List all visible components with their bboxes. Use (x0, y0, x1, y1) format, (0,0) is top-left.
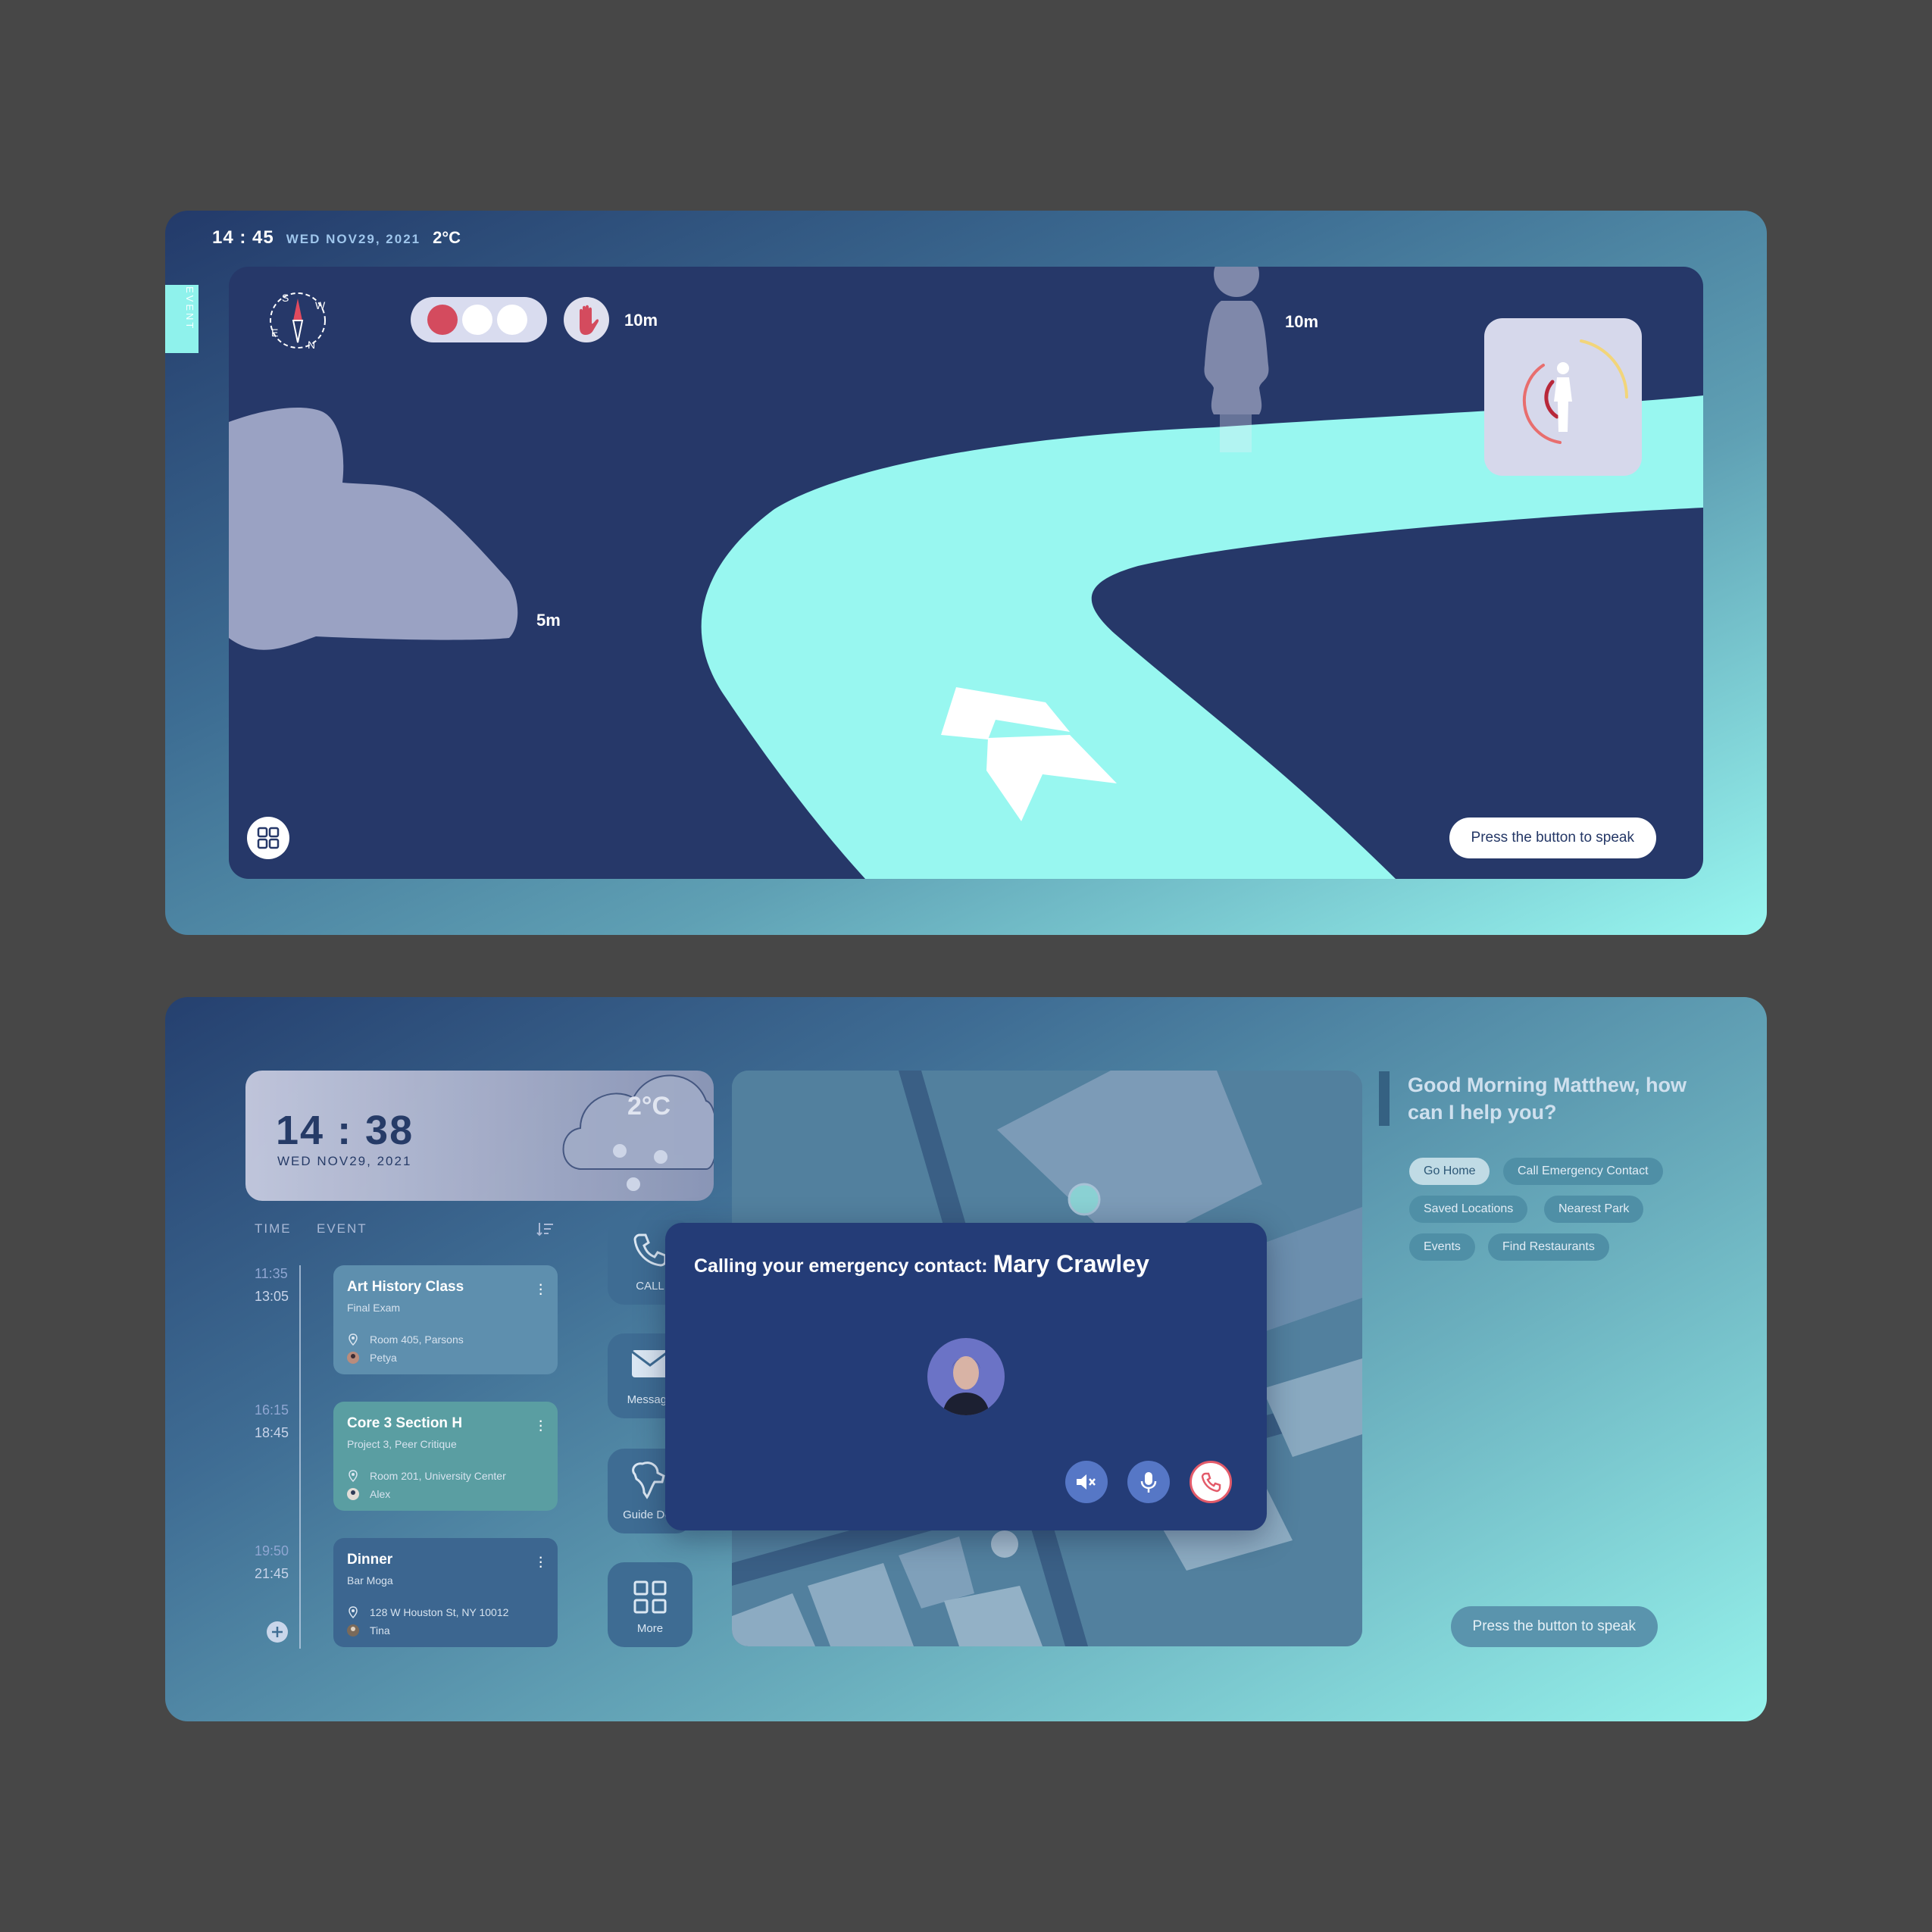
traffic-green-light (497, 305, 527, 335)
event-title: Dinner (347, 1552, 393, 1568)
stop-hand-icon (564, 297, 609, 342)
compass-icon[interactable]: S W E N (264, 286, 332, 355)
status-time: 14 : 45 (212, 227, 274, 248)
obstacle-shape (229, 407, 518, 650)
svg-text:N: N (308, 339, 315, 351)
navigation-panel: 14 : 45 WED NOV29, 2021 2°C EVENT S W E … (165, 211, 1767, 935)
event-location: Room 201, University Center (370, 1470, 506, 1482)
traffic-light-indicator (411, 297, 547, 342)
traffic-yellow-light (462, 305, 492, 335)
more-options-icon[interactable]: · · · (538, 1412, 543, 1438)
call-prefix: Calling your emergency contact: (694, 1255, 988, 1277)
event-location: Room 405, Parsons (370, 1333, 464, 1346)
ar-navigation-view: S W E N 10m 10m 5m Press the button to s… (229, 267, 1703, 879)
svg-text:S: S (282, 292, 289, 304)
phone-icon (633, 1233, 667, 1267)
person-avatar-icon (347, 1488, 359, 1500)
microphone-icon (1140, 1472, 1157, 1493)
event-subtitle: Bar Moga (347, 1574, 393, 1587)
mail-icon (631, 1350, 669, 1377)
end-call-button[interactable] (1190, 1461, 1232, 1503)
event-person: Alex (370, 1488, 391, 1500)
traffic-red-light (427, 305, 458, 335)
event-end-time: 21:45 (255, 1566, 289, 1581)
person-avatar-icon (347, 1624, 359, 1637)
location-pin-icon (349, 1606, 358, 1618)
mute-speaker-button[interactable] (1065, 1461, 1108, 1503)
event-subtitle: Project 3, Peer Critique (347, 1438, 457, 1450)
location-pin-icon (349, 1333, 358, 1346)
svg-text:W: W (315, 299, 326, 311)
add-event-icon[interactable] (265, 1620, 289, 1644)
status-date: WED NOV29, 2021 (286, 232, 421, 246)
chip-call-emergency-contact[interactable]: Call Emergency Contact (1503, 1158, 1663, 1185)
clock-weather-card: 14 : 38 WED NOV29, 2021 2°C (245, 1071, 714, 1201)
event-time-range: 16:15 18:45 (255, 1399, 289, 1444)
status-temperature: 2°C (433, 228, 461, 247)
assistant-greeting: Good Morning Matthew, how can I help you… (1408, 1074, 1687, 1124)
chip-events[interactable]: Events (1409, 1233, 1475, 1261)
clock-temperature: 2°C (627, 1092, 671, 1121)
call-status-text: Calling your emergency contact: Mary Cra… (694, 1250, 1149, 1278)
obstacle-distance: 5m (536, 611, 561, 630)
grid-icon (633, 1580, 667, 1614)
clock-time: 14 : 38 (276, 1108, 414, 1153)
event-location: 128 W Houston St, NY 10012 (370, 1606, 509, 1618)
chip-find-restaurants[interactable]: Find Restaurants (1488, 1233, 1609, 1261)
location-pin-icon (349, 1470, 358, 1482)
event-person: Petya (370, 1352, 397, 1364)
status-bar: 14 : 45 WED NOV29, 2021 2°C (212, 227, 461, 249)
snow-cloud-icon (562, 1074, 714, 1191)
event-end-time: 13:05 (255, 1289, 289, 1304)
event-tab-label: EVENT (184, 286, 195, 331)
event-title: Core 3 Section H (347, 1415, 463, 1431)
greeting-accent-bar (1379, 1071, 1390, 1126)
pedestrian-proximity-card[interactable] (1484, 318, 1642, 476)
clock-date: WED NOV29, 2021 (277, 1154, 412, 1168)
event-title: Art History Class (347, 1279, 464, 1295)
event-end-time: 18:45 (255, 1425, 289, 1440)
pedestrian-proximity-icon (1522, 339, 1628, 444)
chip-go-home[interactable]: Go Home (1409, 1158, 1490, 1185)
event-start-time: 11:35 (255, 1266, 288, 1281)
more-button[interactable]: More (608, 1562, 692, 1647)
event-card-dinner[interactable]: Dinner Bar Moga 128 W Houston St, NY 100… (333, 1538, 558, 1647)
event-card-art-history[interactable]: Art History Class Final Exam Room 405, P… (333, 1265, 558, 1374)
event-time-range: 19:50 21:45 (255, 1540, 289, 1585)
event-start-time: 16:15 (255, 1402, 289, 1418)
svg-text:E: E (271, 327, 278, 339)
event-subtitle: Final Exam (347, 1302, 401, 1314)
speak-button[interactable]: Press the button to speak (1449, 818, 1656, 858)
grid-icon (257, 827, 280, 849)
end-call-icon (1201, 1472, 1221, 1493)
event-time-range: 11:35 13:05 (255, 1262, 289, 1308)
chip-saved-locations[interactable]: Saved Locations (1409, 1196, 1528, 1223)
contact-avatar (927, 1338, 1005, 1415)
navigation-path-graphic (229, 267, 1703, 879)
contact-name: Mary Crawley (993, 1250, 1149, 1277)
more-options-icon[interactable]: · · · (538, 1549, 543, 1574)
contact-photo (927, 1338, 1005, 1415)
timeline-line (299, 1265, 301, 1649)
sort-icon[interactable] (536, 1221, 555, 1236)
more-label: More (636, 1622, 664, 1635)
mute-speaker-icon (1077, 1474, 1096, 1490)
event-card-core-3[interactable]: Core 3 Section H Project 3, Peer Critiqu… (333, 1402, 558, 1511)
person-avatar-icon (347, 1352, 359, 1364)
microphone-button[interactable] (1127, 1461, 1170, 1503)
calendar-event-header: EVENT (317, 1221, 367, 1236)
emergency-call-dialog: Calling your emergency contact: Mary Cra… (665, 1223, 1267, 1530)
speak-button[interactable]: Press the button to speak (1450, 1606, 1658, 1647)
event-start-time: 19:50 (255, 1543, 289, 1558)
apps-button[interactable] (247, 817, 289, 859)
event-tab[interactable]: EVENT (165, 285, 199, 353)
calendar-time-header: TIME (255, 1221, 292, 1236)
pedestrian-distance: 10m (1285, 312, 1319, 331)
crossing-distance: 10m (624, 311, 658, 330)
event-person: Tina (370, 1624, 390, 1637)
more-options-icon[interactable]: · · · (538, 1276, 543, 1302)
chip-nearest-park[interactable]: Nearest Park (1544, 1196, 1644, 1223)
home-panel: 14 : 38 WED NOV29, 2021 2°C TIME EVENT 1… (165, 997, 1767, 1721)
